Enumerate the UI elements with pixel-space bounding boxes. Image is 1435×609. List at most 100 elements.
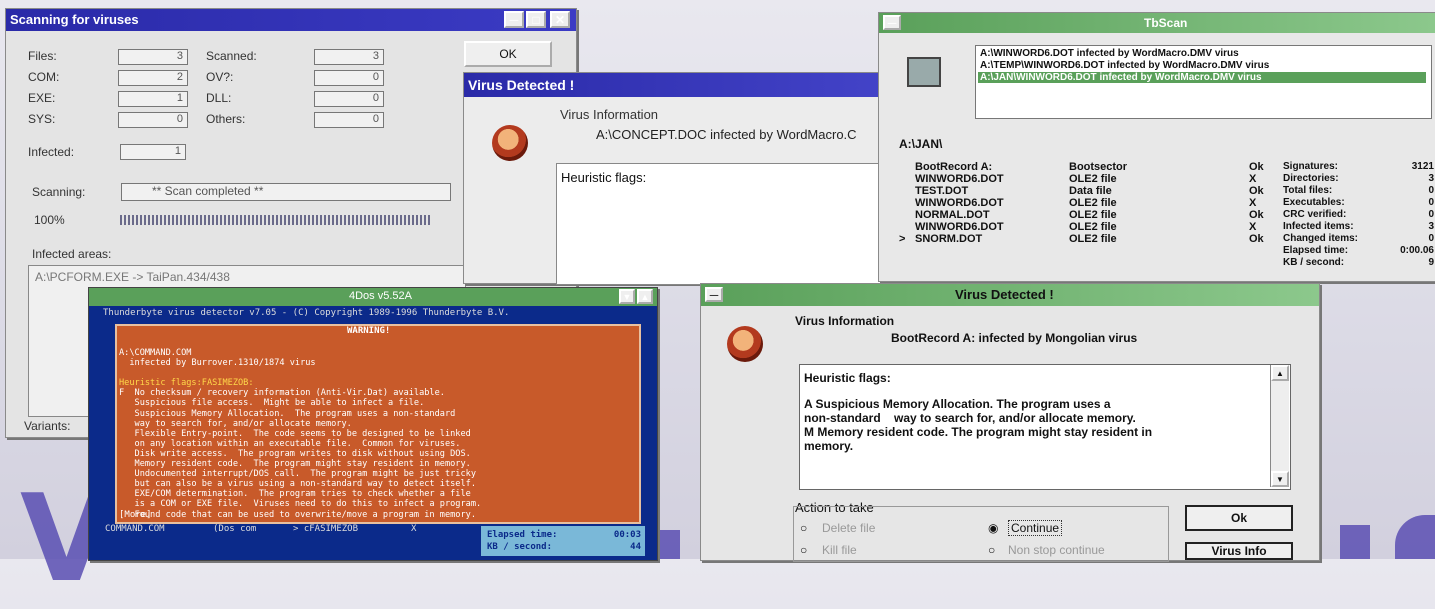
status-flags: > cFASIMEZOB bbox=[293, 524, 359, 534]
vd1-info-label: Virus Information bbox=[560, 107, 659, 122]
radio-delete-label[interactable]: Delete file bbox=[822, 521, 875, 535]
files-label: Files: bbox=[28, 49, 57, 63]
dos-line: Flexible Entry-point. The code seems to … bbox=[119, 428, 471, 439]
ok-button[interactable]: OK bbox=[464, 41, 552, 67]
dos-window: 4Dos v5.52A ▼ ▲ Thunderbyte virus detect… bbox=[88, 287, 658, 561]
close-button[interactable]: ✕ bbox=[550, 11, 570, 28]
stat-row: Directories: 3 bbox=[1283, 173, 1434, 184]
vd1-heuristic-label: Heuristic flags: bbox=[561, 170, 647, 185]
stat-row: Total files: 0 bbox=[1283, 185, 1434, 196]
vd1-title: Virus Detected ! bbox=[468, 77, 575, 93]
result-line-selected[interactable]: A:\JAN\WINWORD6.DOT infected by WordMacr… bbox=[978, 72, 1426, 83]
tbscan-window: ─ TbScan A:\WINWORD6.DOT infected by Wor… bbox=[878, 12, 1435, 282]
dos-warning-title: WARNING! bbox=[347, 326, 391, 336]
virus-info-button[interactable]: Virus Info bbox=[1185, 542, 1293, 560]
ov-value: 0 bbox=[314, 70, 384, 86]
scanning-label: Scanning: bbox=[32, 185, 86, 199]
tbscan-titlebar: ─ TbScan bbox=[879, 13, 1435, 33]
radio-kill-icon[interactable]: ○ bbox=[800, 543, 807, 557]
dos-line: Undocumented interrupt/DOS call. The pro… bbox=[119, 469, 476, 480]
vd1-titlebar: Virus Detected ! bbox=[464, 73, 884, 97]
stat-row: Elapsed time: 0:00.06 bbox=[1283, 245, 1434, 256]
com-label: COM: bbox=[28, 70, 60, 84]
radio-continue-label[interactable]: Continue bbox=[1008, 520, 1063, 536]
dos-scroll-up-button[interactable]: ▲ bbox=[637, 289, 653, 304]
variants-label: Variants: bbox=[24, 419, 71, 433]
scroll-down-button[interactable]: ▼ bbox=[1271, 471, 1289, 487]
system-menu-button[interactable]: ─ bbox=[883, 15, 901, 30]
kb-value: 44 bbox=[630, 542, 641, 552]
vd2-heuristic-box[interactable]: Heuristic flags: A Suspicious Memory All… bbox=[799, 364, 1291, 490]
radio-nonstop-icon[interactable]: ○ bbox=[988, 543, 995, 557]
heuristic-line: non-standard way to search for, and/or a… bbox=[804, 411, 1136, 425]
status-file: COMMAND.COM bbox=[105, 524, 165, 534]
radio-delete-icon[interactable]: ○ bbox=[800, 521, 807, 535]
sys-value: 0 bbox=[118, 112, 188, 128]
background-shape bbox=[1395, 515, 1435, 559]
ok-button[interactable]: Ok bbox=[1185, 505, 1293, 531]
virus-icon bbox=[492, 125, 528, 161]
scanned-value: 3 bbox=[314, 49, 384, 65]
status-x: X bbox=[411, 524, 417, 534]
background-shape bbox=[1340, 525, 1370, 559]
minimize-button[interactable]: ─ bbox=[504, 11, 524, 28]
radio-continue-icon[interactable]: ◉ bbox=[988, 521, 998, 535]
dos-line: Memory resident code. The program might … bbox=[119, 459, 471, 470]
dos-header: Thunderbyte virus detector v7.05 - (C) C… bbox=[103, 308, 510, 318]
scroll-up-button[interactable]: ▲ bbox=[1271, 365, 1289, 381]
vd2-info: BootRecord A: infected by Mongolian viru… bbox=[891, 331, 1138, 345]
infected-label: Infected: bbox=[28, 145, 75, 159]
com-value: 2 bbox=[118, 70, 188, 86]
scanned-label: Scanned: bbox=[206, 49, 257, 63]
dos-line: Found code that can be used to overwrite… bbox=[119, 509, 476, 520]
dos-title: 4Dos v5.52A bbox=[349, 290, 412, 302]
dos-line: Disk write access. The program writes to… bbox=[119, 448, 471, 459]
sys-label: SYS: bbox=[28, 112, 56, 126]
result-line[interactable]: A:\TEMP\WINWORD6.DOT infected by WordMac… bbox=[980, 60, 1269, 71]
stat-row: Executables: 0 bbox=[1283, 197, 1434, 208]
dos-line: A:\COMMAND.COM bbox=[119, 348, 192, 359]
tbscan-results-list[interactable]: A:\WINWORD6.DOT infected by WordMacro.DM… bbox=[975, 45, 1432, 119]
dos-line: on any location within an executable fil… bbox=[119, 438, 461, 449]
kb-label: KB / second: bbox=[487, 542, 553, 552]
radio-kill-label[interactable]: Kill file bbox=[822, 543, 857, 557]
virus-icon bbox=[727, 326, 763, 362]
vd2-titlebar: ─ Virus Detected ! bbox=[701, 284, 1319, 306]
maximize-button[interactable]: □ bbox=[526, 11, 546, 28]
infected-value: 1 bbox=[120, 144, 186, 160]
dos-line: EXE/COM determination. The program tries… bbox=[119, 489, 471, 500]
status-type: (Dos com bbox=[213, 524, 257, 534]
virus-detected-window-back: Virus Detected ! Virus Information A:\CO… bbox=[463, 72, 888, 285]
tbscan-stats: Signatures: 3121 Directories: 3 Total file… bbox=[1283, 161, 1435, 271]
dos-scroll-down-button[interactable]: ▼ bbox=[619, 289, 635, 304]
vd1-heuristic-box[interactable]: Heuristic flags: bbox=[556, 163, 888, 285]
elapsed-label: Elapsed time: bbox=[487, 530, 558, 540]
system-menu-button[interactable]: ─ bbox=[705, 287, 723, 302]
dos-line bbox=[119, 368, 481, 378]
dos-elapsed-box: Elapsed time: 00:03 KB / second: 44 bbox=[481, 526, 645, 556]
scanning-status: ** Scan completed ** bbox=[121, 183, 451, 201]
scrollbar[interactable]: ▲ ▼ bbox=[1270, 365, 1289, 487]
infected-area-item[interactable]: A:\PCFORM.EXE -> TaiPan.434/438 bbox=[35, 270, 230, 284]
heuristic-line: M Memory resident code. The program migh… bbox=[804, 425, 1153, 439]
ov-label: OV?: bbox=[206, 70, 234, 84]
stat-row: Changed items: 0 bbox=[1283, 233, 1434, 244]
dos-status-bar: COMMAND.COM (Dos com > cFASIMEZOB X bbox=[89, 524, 469, 538]
dos-warning-panel: WARNING! A:\COMMAND.COM infected by Burr… bbox=[115, 324, 641, 524]
stat-row: Infected items: 3 bbox=[1283, 221, 1434, 232]
heuristic-line: memory. bbox=[804, 439, 854, 453]
others-value: 0 bbox=[314, 112, 384, 128]
radio-nonstop-label[interactable]: Non stop continue bbox=[1008, 543, 1105, 557]
scan-title: Scanning for viruses bbox=[10, 12, 139, 27]
tbscan-title: TbScan bbox=[1144, 16, 1188, 30]
dos-more-prompt[interactable]: [More] bbox=[119, 510, 152, 520]
tbscan-path: A:\JAN\ bbox=[899, 137, 943, 151]
heuristic-line: A Suspicious Memory Allocation. The prog… bbox=[804, 397, 1111, 411]
vd2-heuristic-label: Heuristic flags: bbox=[804, 371, 891, 385]
result-line[interactable]: A:\WINWORD6.DOT infected by WordMacro.DM… bbox=[980, 48, 1239, 59]
dll-value: 0 bbox=[314, 91, 384, 107]
progress-percent: 100% bbox=[34, 213, 65, 227]
action-group: ○ Delete file ○ Kill file ◉ Continue ○ N… bbox=[793, 506, 1169, 562]
others-label: Others: bbox=[206, 112, 246, 126]
stat-row: Signatures: 3121 bbox=[1283, 161, 1434, 172]
